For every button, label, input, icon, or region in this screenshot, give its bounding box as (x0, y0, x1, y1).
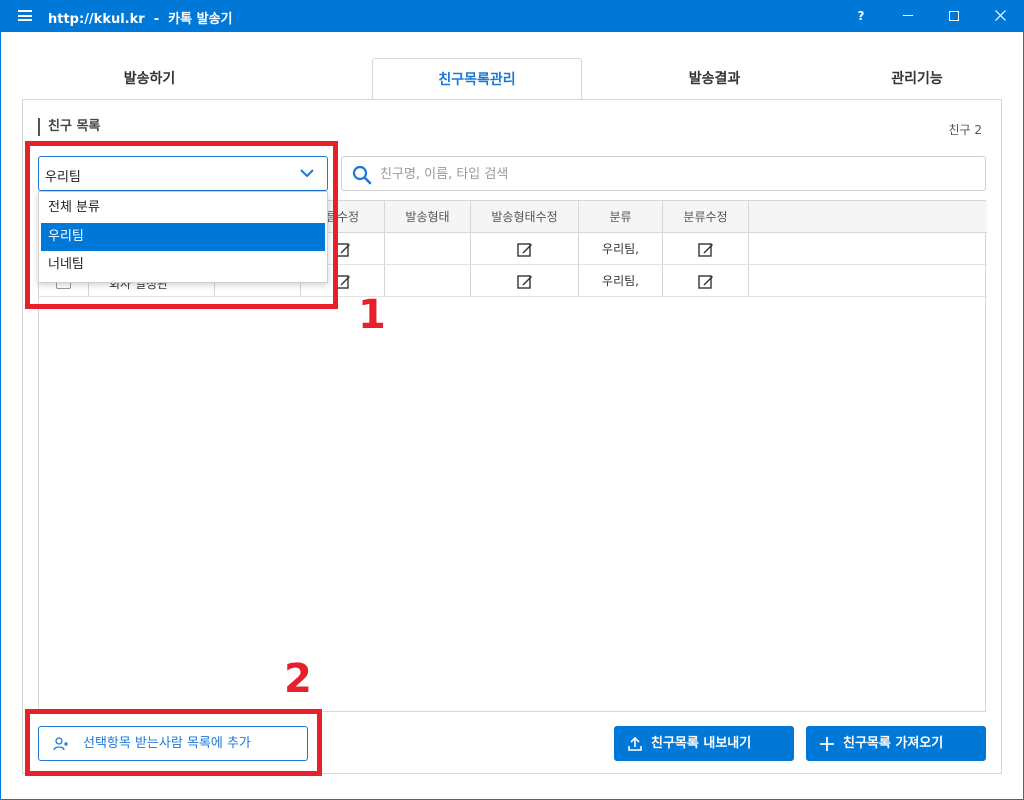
row1-category-edit[interactable] (663, 233, 749, 265)
edit-icon (697, 274, 713, 289)
section-title: 친구 목록 (38, 118, 100, 136)
row1-send-type (385, 233, 471, 265)
export-friends-button[interactable]: 친구목록 내보내기 (614, 726, 794, 761)
highlight-box-2 (25, 709, 322, 776)
upload-icon (628, 736, 642, 751)
annotation-number-1: 1 (358, 292, 386, 338)
tab-bar: 발송하기 친구목록관리 발송결과 관리기능 (22, 58, 1002, 101)
edit-icon (516, 274, 532, 289)
title-bar: http://kkul.kr - 카톡 발송기 ? (0, 0, 1024, 32)
edit-icon (697, 242, 713, 257)
import-friends-button[interactable]: 친구목록 가져오기 (806, 726, 986, 761)
search-box[interactable] (341, 156, 986, 191)
minimize-button[interactable] (885, 0, 931, 32)
annotation-number-2: 2 (284, 656, 312, 702)
row2-filler (749, 265, 987, 297)
edit-icon (516, 242, 532, 257)
friend-count: 친구 2 (948, 123, 982, 137)
row2-category: 우리팀, (579, 265, 663, 297)
row2-category-edit[interactable] (663, 265, 749, 297)
tab-send[interactable]: 발송하기 (72, 58, 227, 100)
tab-send-results[interactable]: 발송결과 (602, 58, 827, 100)
search-input[interactable] (380, 163, 970, 185)
hamburger-menu-icon[interactable] (18, 10, 32, 21)
maximize-button[interactable] (931, 0, 977, 32)
row2-send-type (385, 265, 471, 297)
close-button[interactable] (977, 0, 1023, 32)
header-category-edit: 분류수정 (663, 201, 749, 233)
window-title: http://kkul.kr - 카톡 발송기 (48, 12, 233, 27)
search-icon (352, 165, 372, 185)
header-category: 분류 (579, 201, 663, 233)
row1-category: 우리팀, (579, 233, 663, 265)
import-friends-label: 친구목록 가져오기 (843, 736, 944, 751)
header-filler (749, 201, 987, 233)
row1-filler (749, 233, 987, 265)
tab-friend-list[interactable]: 친구목록관리 (372, 58, 582, 101)
plus-icon (820, 737, 834, 751)
highlight-box-1 (25, 141, 338, 309)
export-friends-label: 친구목록 내보내기 (651, 736, 752, 751)
row2-send-type-edit[interactable] (471, 265, 579, 297)
tab-admin[interactable]: 관리기능 (832, 58, 1002, 100)
minimize-icon (903, 15, 913, 16)
help-button[interactable]: ? (838, 0, 884, 32)
row1-send-type-edit[interactable] (471, 233, 579, 265)
header-send-type: 발송형태 (385, 201, 471, 233)
close-icon (994, 10, 1006, 21)
maximize-icon (949, 10, 959, 21)
header-send-type-edit: 발송형태수정 (471, 201, 579, 233)
